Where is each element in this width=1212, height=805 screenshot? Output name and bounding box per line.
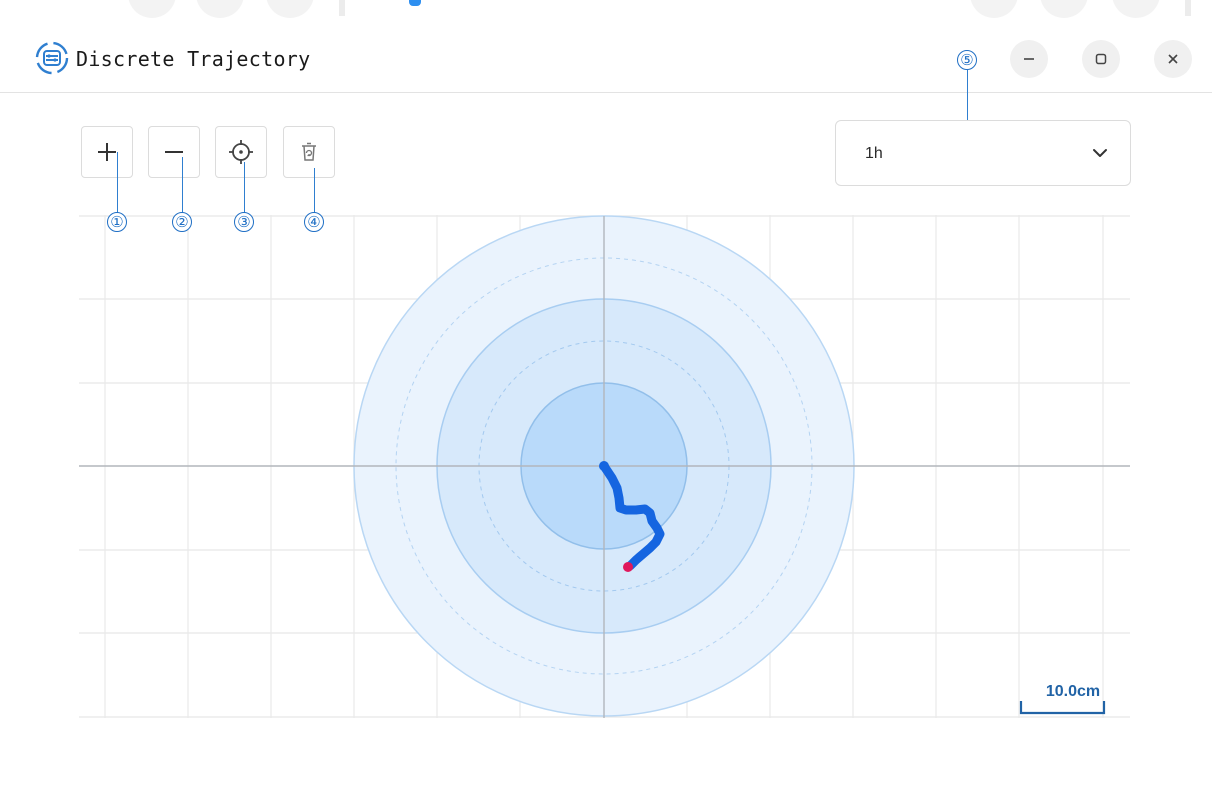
recenter-button[interactable] [215,126,267,178]
current-position-marker [623,562,633,572]
callout-marker-1: ① [107,212,127,232]
chevron-down-icon [1093,149,1107,157]
callout-line-1 [117,152,118,213]
crosshair-icon [229,140,253,164]
scale-bar-label: 10.0cm [1046,683,1100,700]
callout-line-3 [244,162,245,213]
start-point [599,461,609,471]
time-range-select[interactable]: 1h [835,120,1131,186]
callout-marker-4: ④ [304,212,324,232]
callout-line-5 [967,70,968,120]
callout-marker-3: ③ [234,212,254,232]
callout-marker-5: ⑤ [957,50,977,70]
trash-icon [302,142,316,161]
plus-icon [98,143,116,161]
time-range-value: 1h [865,145,883,162]
callout-line-2 [182,157,183,213]
clear-trajectory-button[interactable] [283,126,335,178]
scale-bar: 10.0cm [1019,683,1106,715]
callout-line-4 [314,168,315,213]
callout-marker-2: ② [172,212,192,232]
zoom-in-button[interactable] [81,126,133,178]
zoom-out-button[interactable] [148,126,200,178]
